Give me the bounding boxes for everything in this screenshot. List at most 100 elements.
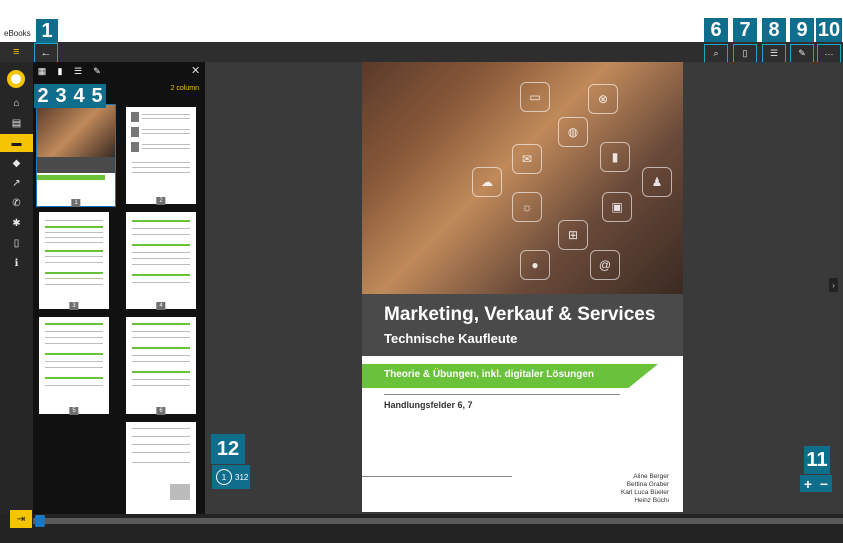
edit-icon: ✎: [798, 48, 806, 58]
zoom-controls: + −: [800, 475, 832, 492]
columns-toggle[interactable]: 2 column: [171, 85, 199, 92]
author-name: Bettina Graber: [626, 481, 669, 488]
callout-8: 8: [762, 18, 786, 42]
next-page-button[interactable]: ›: [829, 278, 838, 292]
arrow-left-icon: ←: [40, 47, 52, 59]
search-button[interactable]: ⌕: [704, 44, 728, 63]
bookmark-icon: ▮: [57, 65, 63, 76]
book-subtitle: Technische Kaufleute: [384, 331, 518, 346]
book-title: Marketing, Verkauf & Services: [384, 304, 656, 325]
rail-link-button[interactable]: ↗: [0, 174, 33, 192]
book-page[interactable]: ▭ ⊗ ◍ ✉ ▮ ☁ ♟ ☼ ▣ ⊞ ● @ Marketing, Verka…: [362, 62, 683, 512]
page-number: 4: [156, 302, 166, 310]
page-indicator[interactable]: 1 312: [212, 465, 250, 489]
cloud-icon: ☁: [472, 167, 502, 197]
page-view-button[interactable]: ▯: [733, 44, 757, 63]
page-thumbnail[interactable]: 5: [39, 317, 109, 415]
callout-5: 5: [88, 84, 106, 108]
page-slider-handle[interactable]: [35, 515, 45, 527]
page-number: 6: [156, 407, 166, 415]
page-slider[interactable]: [33, 518, 843, 524]
thumbnail-panel: ▦ ▮ ☰ ✎ ✕ 2 column 1 2 3 4 5 6: [33, 62, 205, 514]
toc-tab[interactable]: ☰: [71, 64, 85, 78]
rail-tag-button[interactable]: ◆: [0, 154, 33, 172]
callout-12: 12: [211, 434, 245, 464]
home-icon: ⌂: [13, 97, 20, 109]
settings-icon: ✱: [12, 217, 21, 229]
zoom-out-button[interactable]: −: [820, 476, 828, 492]
page-thumbnail[interactable]: 6: [126, 317, 196, 415]
rail-info-button[interactable]: ℹ: [0, 254, 33, 272]
notes-tab[interactable]: ✎: [90, 64, 104, 78]
globe-icon: ◍: [558, 117, 588, 147]
lock-icon: ▣: [602, 192, 632, 222]
divider: [362, 476, 512, 477]
zoom-in-button[interactable]: +: [804, 476, 812, 492]
list-icon: ☰: [769, 48, 779, 58]
book-fields: Handlungsfelder 6, 7: [384, 400, 473, 410]
info-icon: ℹ: [14, 257, 19, 269]
people-icon: ♟: [642, 167, 672, 197]
page-number: 3: [69, 302, 79, 310]
at-sign-icon: @: [590, 250, 620, 280]
callout-10: 10: [816, 18, 842, 42]
page-thumbnail[interactable]: [126, 422, 196, 514]
external-link-icon: ↗: [12, 177, 21, 189]
bar-chart-icon: ▮: [600, 142, 630, 172]
total-pages: 312: [235, 472, 249, 482]
page-thumbnail[interactable]: 3: [39, 212, 109, 310]
callout-1: 1: [36, 19, 58, 43]
exit-button[interactable]: ⇥: [10, 510, 32, 528]
current-page: 1: [216, 469, 232, 485]
bookmarks-tab[interactable]: ▮: [53, 64, 67, 78]
mail-icon: ✉: [512, 144, 542, 174]
close-panel-button[interactable]: ✕: [191, 64, 200, 77]
page-thumbnail[interactable]: 1: [36, 104, 116, 207]
location-pin-icon: ●: [520, 250, 550, 280]
app-rail: ⌂ ▤ ▬ ◆ ↗ ✆ ✱ ▯ ℹ: [0, 62, 33, 514]
menu-icon[interactable]: ≡: [13, 46, 19, 58]
callout-11: 11: [804, 446, 830, 474]
author-name: Aline Berger: [633, 473, 669, 480]
author-list: Aline Berger Bettina Graber Karl Luca Bü…: [621, 473, 669, 505]
back-button[interactable]: ←: [34, 43, 58, 63]
app-logo: [7, 70, 25, 88]
callout-6: 6: [704, 18, 728, 42]
search-icon: ⌕: [713, 48, 719, 58]
page-number: 1: [71, 199, 81, 207]
chevron-right-icon: ›: [832, 280, 835, 290]
cover-image: ▭ ⊗ ◍ ✉ ▮ ☁ ♟ ☼ ▣ ⊞ ● @: [362, 62, 683, 294]
thumbnails-icon: ▦: [37, 65, 47, 76]
page-thumbnail[interactable]: 4: [126, 212, 196, 310]
callout-2: 2: [34, 84, 52, 108]
pen-icon: ✎: [93, 65, 101, 76]
logout-icon: ⇥: [16, 513, 26, 525]
annotate-button[interactable]: ✎: [790, 44, 814, 63]
tag-icon: ◆: [12, 157, 21, 169]
more-button[interactable]: ···: [817, 44, 841, 63]
callout-7: 7: [733, 18, 757, 42]
library-icon: ▤: [11, 117, 22, 129]
rail-book-button[interactable]: ▬: [0, 134, 33, 152]
toc-button[interactable]: ☰: [762, 44, 786, 63]
callout-3: 3: [52, 84, 70, 108]
author-name: Heinz Büchi: [634, 497, 669, 504]
page-icon: ▯: [742, 48, 748, 58]
cart-icon: ⊞: [558, 220, 588, 250]
rail-device-button[interactable]: ▯: [0, 234, 33, 252]
device-icon: ▯: [13, 237, 20, 249]
book-icon: ▬: [11, 137, 22, 149]
rail-settings-button[interactable]: ✱: [0, 214, 33, 232]
page-thumbnail[interactable]: 2: [126, 107, 196, 205]
phone-icon: ✆: [12, 197, 21, 209]
close-icon: ✕: [191, 65, 201, 77]
thumbnails-tab[interactable]: ▦: [35, 64, 49, 78]
lightbulb-icon: ☼: [512, 192, 542, 222]
rail-library-button[interactable]: ▤: [0, 114, 33, 132]
page-number: 2: [156, 197, 166, 205]
window-title: eBooks: [4, 29, 31, 38]
rail-phone-button[interactable]: ✆: [0, 194, 33, 212]
callout-9: 9: [790, 18, 814, 42]
close-circle-icon: ⊗: [588, 84, 618, 114]
rail-home-button[interactable]: ⌂: [0, 94, 33, 112]
